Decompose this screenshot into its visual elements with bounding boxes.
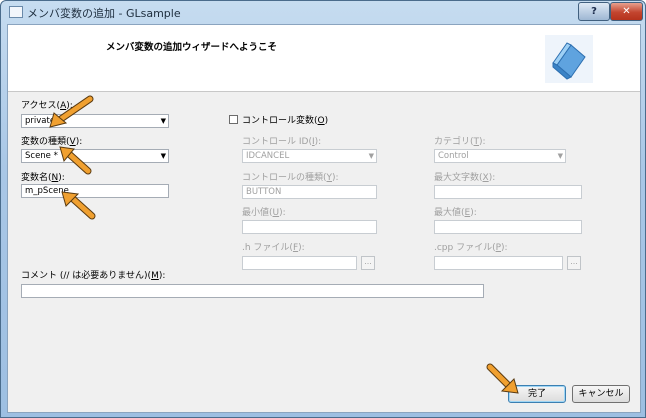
min-value-label: 最小値(U): <box>242 208 286 218</box>
wizard-title: メンバ変数の追加ウィザードへようこそ <box>106 42 278 53</box>
chevron-down-icon[interactable]: ▼ <box>558 150 563 162</box>
annotation-arrow-icon <box>59 146 92 175</box>
control-var-label[interactable]: コントロール変数(O) <box>242 113 328 126</box>
cancel-button[interactable]: キャンセル <box>572 385 630 403</box>
cpp-file-browse-button[interactable]: ... <box>567 256 581 270</box>
h-file-label: .h ファイル(F): <box>242 243 305 253</box>
max-chars-label: 最大文字数(X): <box>434 173 496 183</box>
control-id-value: IDCANCEL <box>246 151 290 161</box>
category-value: Control <box>438 151 469 161</box>
wizard-banner: メンバ変数の追加ウィザードへようこそ <box>8 25 640 92</box>
comment-label: コメント (// は必要ありません)(M): <box>21 271 166 281</box>
cpp-file-input[interactable] <box>434 256 563 270</box>
max-chars-input[interactable] <box>434 185 582 199</box>
control-type-input[interactable]: BUTTON <box>242 185 377 199</box>
var-type-value: Scene * <box>25 151 58 161</box>
comment-input[interactable] <box>21 284 484 298</box>
category-label: カテゴリ(T): <box>434 137 486 147</box>
annotation-arrow-icon <box>486 363 519 394</box>
dialog-client: メンバ変数の追加ウィザードへようこそ アクセス(A): private ▼ 変数… <box>7 24 641 413</box>
h-file-browse-button[interactable]: ... <box>361 256 375 270</box>
annotation-arrow-icon <box>61 191 96 220</box>
cpp-file-label: .cpp ファイル(P): <box>434 243 508 253</box>
category-combo[interactable]: Control ▼ <box>434 149 566 163</box>
control-id-label: コントロール ID(I): <box>242 137 322 147</box>
h-file-input[interactable] <box>242 256 357 270</box>
blue-cube-icon <box>545 35 593 83</box>
chevron-down-icon[interactable]: ▼ <box>161 115 166 127</box>
dialog-window: メンバ変数の追加 - GLsample ? ✕ メンバ変数の追加ウィザードへよう… <box>0 0 646 418</box>
max-value-input[interactable] <box>434 220 582 234</box>
window-icon <box>9 6 23 18</box>
max-value-label: 最大値(E): <box>434 208 477 218</box>
chevron-down-icon[interactable]: ▼ <box>369 150 374 162</box>
control-type-label: コントロールの種類(Y): <box>242 173 339 183</box>
min-value-input[interactable] <box>242 220 377 234</box>
window-title: メンバ変数の追加 - GLsample <box>27 7 181 20</box>
control-var-checkbox[interactable] <box>229 115 238 124</box>
chevron-down-icon[interactable]: ▼ <box>161 150 166 162</box>
help-button[interactable]: ? <box>578 2 610 21</box>
var-type-combo[interactable]: Scene * ▼ <box>21 149 169 163</box>
annotation-arrow-icon <box>49 95 94 128</box>
title-bar: メンバ変数の追加 - GLsample ? ✕ <box>1 1 645 23</box>
control-id-combo[interactable]: IDCANCEL ▼ <box>242 149 377 163</box>
close-button[interactable]: ✕ <box>610 2 643 21</box>
